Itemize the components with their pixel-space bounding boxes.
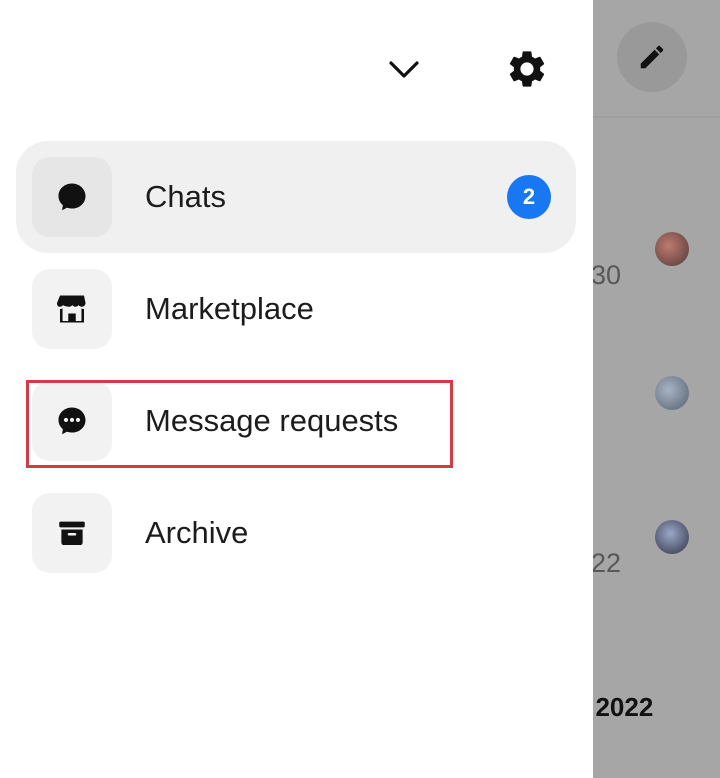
avatar [655, 376, 689, 410]
menu-item-marketplace[interactable]: Marketplace [16, 253, 576, 365]
menu-item-label: Archive [145, 515, 249, 550]
avatar [655, 232, 689, 266]
archive-box-icon [32, 493, 112, 573]
gear-icon[interactable] [500, 42, 554, 96]
highlight-box [26, 380, 453, 468]
divider [593, 116, 720, 118]
avatar [655, 520, 689, 554]
menu-item-archive[interactable]: Archive [16, 477, 576, 589]
pencil-icon[interactable] [617, 22, 687, 92]
timestamp-fragment: 30 [593, 260, 622, 290]
timestamp-fragment: 22 [593, 548, 622, 578]
chat-bubble-icon [32, 157, 112, 237]
background-chat-list: 30 22 , 2022 [593, 0, 720, 778]
menu-item-label: Chats [145, 179, 226, 214]
chevron-down-icon[interactable] [380, 48, 428, 92]
date-header: , 2022 [593, 692, 654, 722]
navigation-drawer: Chats 2 Marketplace Message requests Arc… [0, 0, 593, 778]
menu-item-label: Marketplace [145, 291, 314, 326]
unread-count-badge: 2 [507, 175, 551, 219]
menu-item-chats[interactable]: Chats 2 [16, 141, 576, 253]
storefront-icon [32, 269, 112, 349]
